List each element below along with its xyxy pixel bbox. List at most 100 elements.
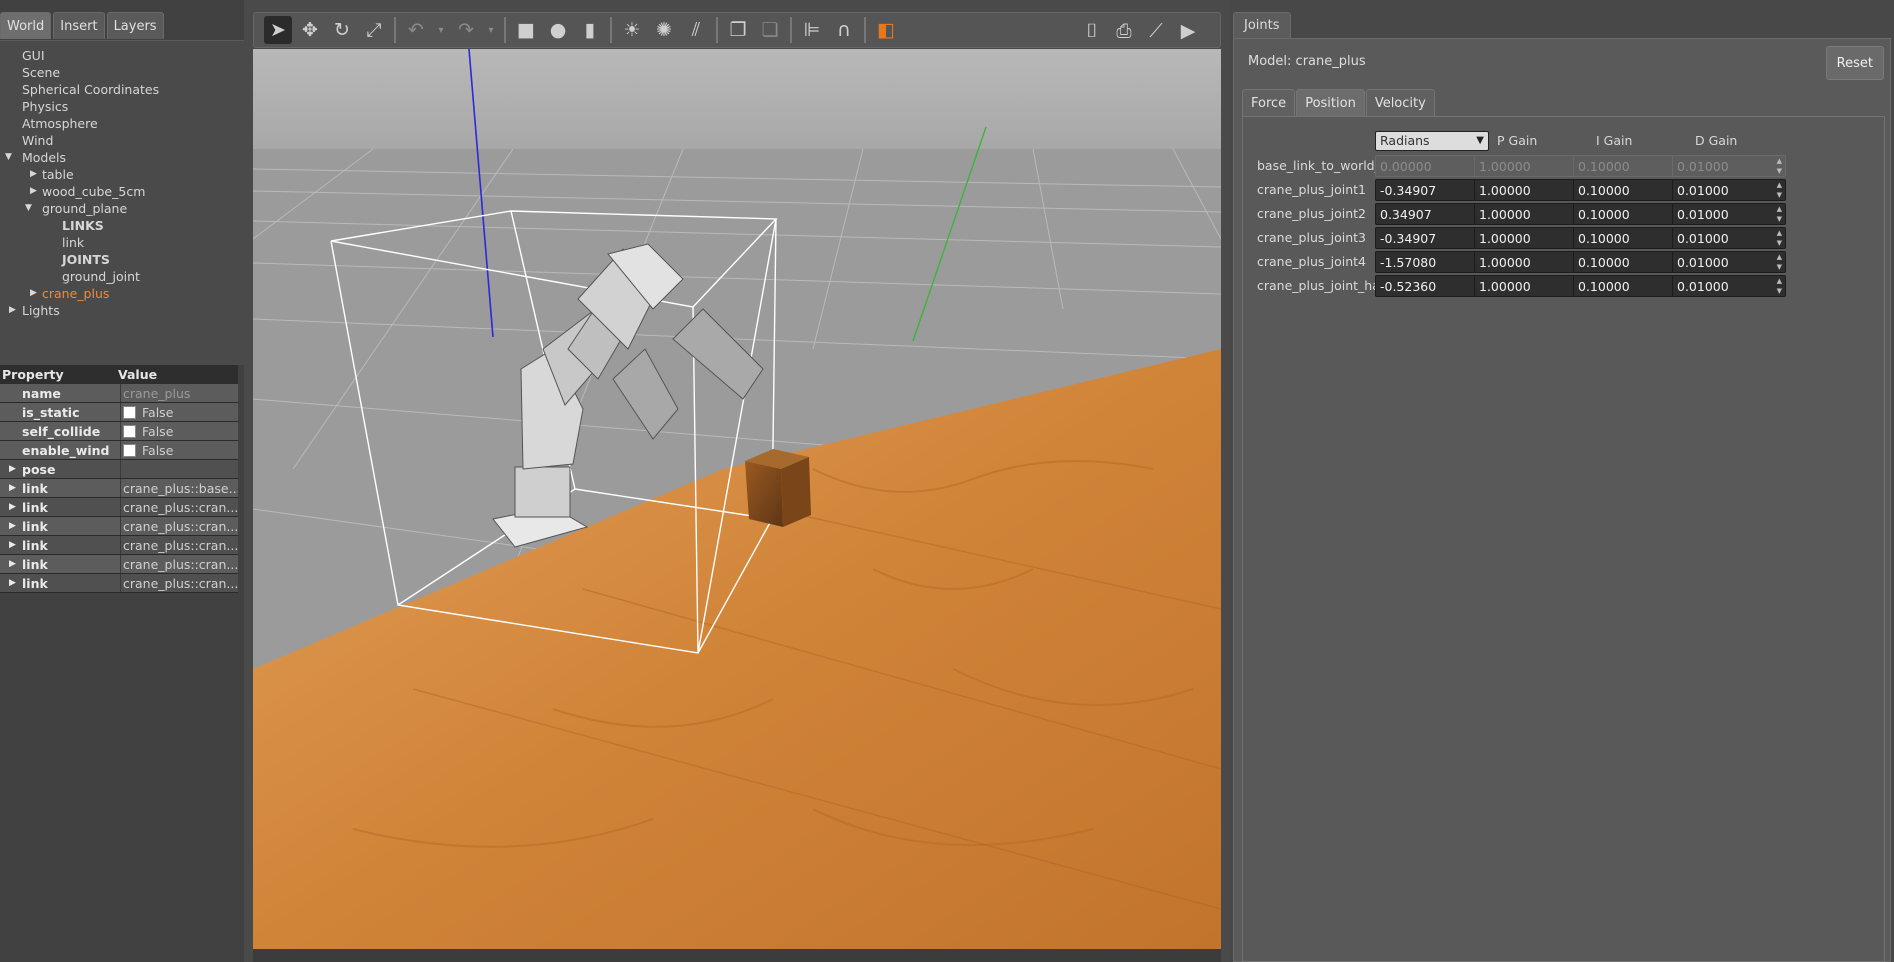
spin-arrows-icon[interactable]: ▲▼ [1777, 180, 1782, 200]
property-value-is-static[interactable]: False [120, 403, 238, 421]
target-position-spinbox[interactable]: 0.34907▲▼ [1375, 203, 1489, 225]
tab-joints[interactable]: Joints [1233, 12, 1291, 38]
spin-arrows-icon[interactable]: ▲▼ [1777, 252, 1782, 272]
i-gain-spinbox[interactable]: 0.10000▲▼ [1573, 203, 1687, 225]
tree-item-spherical-coordinates[interactable]: Spherical Coordinates [0, 81, 244, 98]
i-gain-spinbox[interactable]: 0.10000▲▼ [1573, 275, 1687, 297]
collapsed-arrow-icon[interactable]: ▶ [30, 183, 42, 200]
scale-icon[interactable]: ⤢ [360, 16, 388, 44]
tree-item-atmosphere[interactable]: Atmosphere [0, 115, 244, 132]
i-gain-spinbox[interactable]: 0.10000▲▼ [1573, 179, 1687, 201]
collapsed-arrow-icon[interactable]: ▶ [9, 302, 21, 319]
plot-icon[interactable]: ⟋ [1142, 17, 1170, 45]
panel-splitter[interactable] [0, 360, 244, 364]
paste-icon[interactable]: ❏ [756, 16, 784, 44]
p-gain-spinbox[interactable]: 1.00000▲▼ [1474, 227, 1588, 249]
spot-light-icon[interactable]: ✺ [650, 16, 678, 44]
tree-item-physics[interactable]: Physics [0, 98, 244, 115]
point-light-icon[interactable]: ☀ [618, 16, 646, 44]
undo-dropdown-icon[interactable]: ▾ [434, 16, 448, 44]
property-row-pose[interactable]: ▶ pose [0, 460, 238, 479]
collapsed-arrow-icon[interactable]: ▶ [9, 479, 16, 498]
tab-insert[interactable]: Insert [53, 12, 105, 39]
collapsed-arrow-icon[interactable]: ▶ [9, 555, 16, 574]
property-row-link[interactable]: ▶ link crane_plus::cran... [0, 498, 238, 517]
3d-viewport[interactable] [253, 49, 1221, 949]
redo-icon[interactable]: ↷ [452, 16, 480, 44]
property-row-link[interactable]: ▶ link crane_plus::cran... [0, 574, 238, 593]
tree-item-table[interactable]: ▶ table [0, 166, 244, 183]
checkbox[interactable] [123, 425, 136, 438]
log-icon[interactable]: ⎙ [1110, 17, 1138, 45]
property-value-self-collide[interactable]: False [120, 422, 238, 440]
snap-icon[interactable]: ∩ [830, 16, 858, 44]
tree-item-link[interactable]: link [0, 234, 244, 251]
target-position-spinbox[interactable]: -1.57080▲▼ [1375, 251, 1489, 273]
p-gain-spinbox[interactable]: 1.00000▲▼ [1474, 275, 1588, 297]
box-icon[interactable]: ■ [512, 16, 540, 44]
units-dropdown[interactable]: Radians ▼ [1375, 131, 1489, 151]
collapsed-arrow-icon[interactable]: ▶ [9, 460, 16, 479]
d-gain-spinbox[interactable]: 0.01000 ▲ ▼ [1672, 227, 1786, 249]
tree-item-scene[interactable]: Scene [0, 64, 244, 81]
collapsed-arrow-icon[interactable]: ▶ [30, 285, 42, 302]
collapsed-arrow-icon[interactable]: ▶ [9, 574, 16, 593]
i-gain-spinbox[interactable]: 0.10000▲▼ [1573, 251, 1687, 273]
spin-arrows-icon[interactable]: ▲▼ [1777, 228, 1782, 248]
tab-force[interactable]: Force [1242, 89, 1296, 116]
target-position-spinbox[interactable]: -0.34907▲▼ [1375, 227, 1489, 249]
i-gain-spinbox[interactable]: 0.10000▲▼ [1573, 227, 1687, 249]
property-value-enable-wind[interactable]: False [120, 441, 238, 459]
expanded-arrow-icon[interactable]: ▼ [5, 149, 17, 166]
reset-button[interactable]: Reset [1825, 46, 1884, 80]
property-row-link[interactable]: ▶ link crane_plus::cran... [0, 536, 238, 555]
tree-item-models[interactable]: ▼ Models [0, 149, 244, 166]
tree-item-wood-cube[interactable]: ▶ wood_cube_5cm [0, 183, 244, 200]
sphere-icon[interactable]: ● [544, 16, 572, 44]
undo-icon[interactable]: ↶ [402, 16, 430, 44]
d-gain-spinbox[interactable]: 0.01000 ▲ ▼ [1672, 275, 1786, 297]
tree-item-gui[interactable]: GUI [0, 47, 244, 64]
redo-dropdown-icon[interactable]: ▾ [484, 16, 498, 44]
rotate-icon[interactable]: ↻ [328, 16, 356, 44]
directional-light-icon[interactable]: ⫽ [682, 16, 710, 44]
d-gain-spinbox[interactable]: 0.01000 ▲ ▼ [1672, 251, 1786, 273]
select-arrow-icon[interactable]: ➤ [264, 16, 292, 44]
d-gain-spinbox[interactable]: 0.01000 ▲ ▼ [1672, 203, 1786, 225]
property-row-link[interactable]: ▶ link crane_plus::cran... [0, 517, 238, 536]
checkbox[interactable] [123, 444, 136, 457]
d-gain-spinbox[interactable]: 0.01000 ▲ ▼ [1672, 179, 1786, 201]
tab-layers[interactable]: Layers [106, 12, 164, 39]
collapsed-arrow-icon[interactable]: ▶ [9, 517, 16, 536]
p-gain-spinbox[interactable]: 1.00000▲▼ [1474, 203, 1588, 225]
copy-icon[interactable]: ❐ [724, 16, 752, 44]
checkbox[interactable] [123, 406, 136, 419]
target-position-spinbox[interactable]: -0.52360▲▼ [1375, 275, 1489, 297]
record-video-icon[interactable]: ▶ [1174, 17, 1202, 45]
cylinder-icon[interactable]: ▮ [576, 16, 604, 44]
expanded-arrow-icon[interactable]: ▼ [25, 200, 37, 217]
align-icon[interactable]: ⊫ [798, 16, 826, 44]
collapsed-arrow-icon[interactable]: ▶ [9, 498, 16, 517]
spin-arrows-icon[interactable]: ▲▼ [1777, 276, 1782, 296]
target-position-spinbox[interactable]: -0.34907▲▼ [1375, 179, 1489, 201]
translate-icon[interactable]: ✥ [296, 16, 324, 44]
tree-item-ground-joint[interactable]: ground_joint [0, 268, 244, 285]
tab-velocity[interactable]: Velocity [1365, 89, 1435, 116]
tree-item-crane-plus[interactable]: ▶ crane_plus [0, 285, 244, 302]
screenshot-icon[interactable]: ⌷ [1078, 17, 1106, 45]
tree-item-lights[interactable]: ▶ Lights [0, 302, 244, 319]
tree-item-ground-plane[interactable]: ▼ ground_plane [0, 200, 244, 217]
spin-arrows-icon[interactable]: ▲▼ [1777, 204, 1782, 224]
p-gain-spinbox[interactable]: 1.00000▲▼ [1474, 179, 1588, 201]
view-angle-icon[interactable]: ◧ [872, 16, 900, 44]
tab-position[interactable]: Position [1296, 89, 1365, 116]
p-gain-spinbox[interactable]: 1.00000▲▼ [1474, 251, 1588, 273]
collapsed-arrow-icon[interactable]: ▶ [30, 166, 42, 183]
property-value-name[interactable]: crane_plus [120, 384, 238, 402]
collapsed-arrow-icon[interactable]: ▶ [9, 536, 16, 555]
property-row-link[interactable]: ▶ link crane_plus::base... [0, 479, 238, 498]
property-row-link[interactable]: ▶ link crane_plus::cran... [0, 555, 238, 574]
tree-item-wind[interactable]: Wind [0, 132, 244, 149]
tab-world[interactable]: World [0, 12, 52, 39]
